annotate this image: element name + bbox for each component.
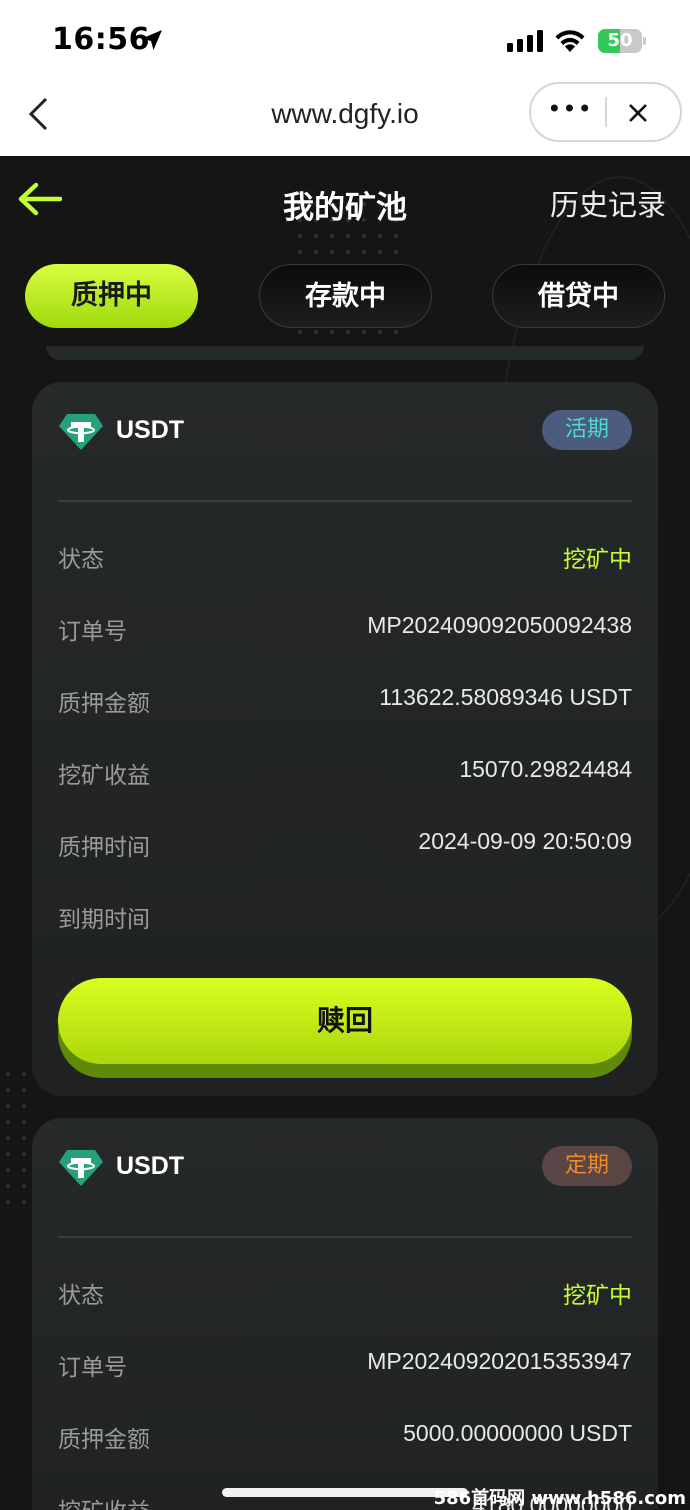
status-label: 状态 xyxy=(58,1283,104,1309)
order-label: 订单号 xyxy=(58,619,127,645)
browser-nav-bar: www.dgfy.io ••• xyxy=(0,80,690,156)
stake-amount-label: 质押金额 xyxy=(58,1427,150,1453)
order-value: MP202409202015353947 xyxy=(367,1348,632,1374)
coin-name: USDT xyxy=(116,1152,185,1180)
redeem-button-wrapper: 赎回 xyxy=(58,978,632,1078)
redeem-button[interactable]: 赎回 xyxy=(58,978,632,1064)
mini-program-capsule: ••• xyxy=(529,82,682,142)
status-time: 16:56 xyxy=(52,22,150,57)
battery-percent: 50 xyxy=(607,30,633,51)
stake-time-value: 2024-09-09 20:50:09 xyxy=(418,828,632,854)
stake-time-label: 质押时间 xyxy=(58,835,150,861)
coin-name: USDT xyxy=(116,416,185,444)
wifi-icon xyxy=(555,30,585,52)
home-indicator xyxy=(222,1488,468,1497)
stake-time-row: 质押时间 2024-09-09 20:50:09 xyxy=(58,828,632,868)
mining-income-label: 挖矿收益 xyxy=(58,1492,150,1510)
cellular-signal-icon xyxy=(507,30,543,52)
status-row: 状态 挖矿中 xyxy=(58,540,632,580)
card-divider xyxy=(58,500,632,502)
app-page: 我的矿池 历史记录 质押中 存款中 借贷中 USDT 活期 状态 挖矿中 订单号… xyxy=(0,156,690,1510)
status-value: 挖矿中 xyxy=(563,547,632,573)
tether-icon xyxy=(59,1150,103,1186)
tab-lending[interactable]: 借贷中 xyxy=(492,264,665,328)
order-value: MP202409092050092438 xyxy=(367,612,632,638)
mining-income-row: 挖矿收益 15070.29824484 xyxy=(58,756,632,796)
decor-dots xyxy=(0,1066,36,1216)
status-label: 状态 xyxy=(58,547,104,573)
term-badge: 定期 xyxy=(542,1146,632,1186)
stake-amount-row: 质押金额 113622.58089346 USDT xyxy=(58,684,632,724)
stake-amount-label: 质押金额 xyxy=(58,691,150,717)
battery-indicator: 50 xyxy=(598,29,646,53)
mining-income-label: 挖矿收益 xyxy=(58,763,150,789)
tab-deposit[interactable]: 存款中 xyxy=(259,264,432,328)
browser-back-icon[interactable] xyxy=(26,96,52,132)
term-badge: 活期 xyxy=(542,410,632,450)
location-arrow-icon xyxy=(142,30,162,50)
close-icon[interactable] xyxy=(623,98,653,128)
url-display: www.dgfy.io xyxy=(271,98,419,129)
watermark: 586首码网 www.h586.com xyxy=(433,1488,686,1509)
stake-amount-row: 质押金额 5000.00000000 USDT xyxy=(58,1420,632,1460)
tab-staking[interactable]: 质押中 xyxy=(25,264,198,328)
more-options-button[interactable]: ••• xyxy=(547,96,593,128)
order-row: 订单号 MP202409202015353947 xyxy=(58,1348,632,1388)
status-row: 状态 挖矿中 xyxy=(58,1276,632,1316)
mining-income-value: 15070.29824484 xyxy=(459,756,632,782)
pool-card: USDT 定期 状态 挖矿中 订单号 MP202409202015353947 … xyxy=(32,1118,658,1510)
card-divider xyxy=(58,1236,632,1238)
stake-amount-value: 5000.00000000 USDT xyxy=(403,1420,632,1446)
expiry-time-row: 到期时间 xyxy=(58,900,632,940)
previous-card-edge xyxy=(46,346,644,360)
capsule-divider xyxy=(605,97,607,127)
stake-amount-value: 113622.58089346 USDT xyxy=(379,684,632,710)
order-row: 订单号 MP202409092050092438 xyxy=(58,612,632,652)
order-label: 订单号 xyxy=(58,1355,127,1381)
status-bar: 16:56 50 xyxy=(0,0,690,80)
tether-icon xyxy=(59,414,103,450)
history-link[interactable]: 历史记录 xyxy=(550,182,666,224)
expiry-time-label: 到期时间 xyxy=(58,907,150,933)
pool-card: USDT 活期 状态 挖矿中 订单号 MP202409092050092438 … xyxy=(32,382,658,1096)
status-value: 挖矿中 xyxy=(563,1283,632,1309)
